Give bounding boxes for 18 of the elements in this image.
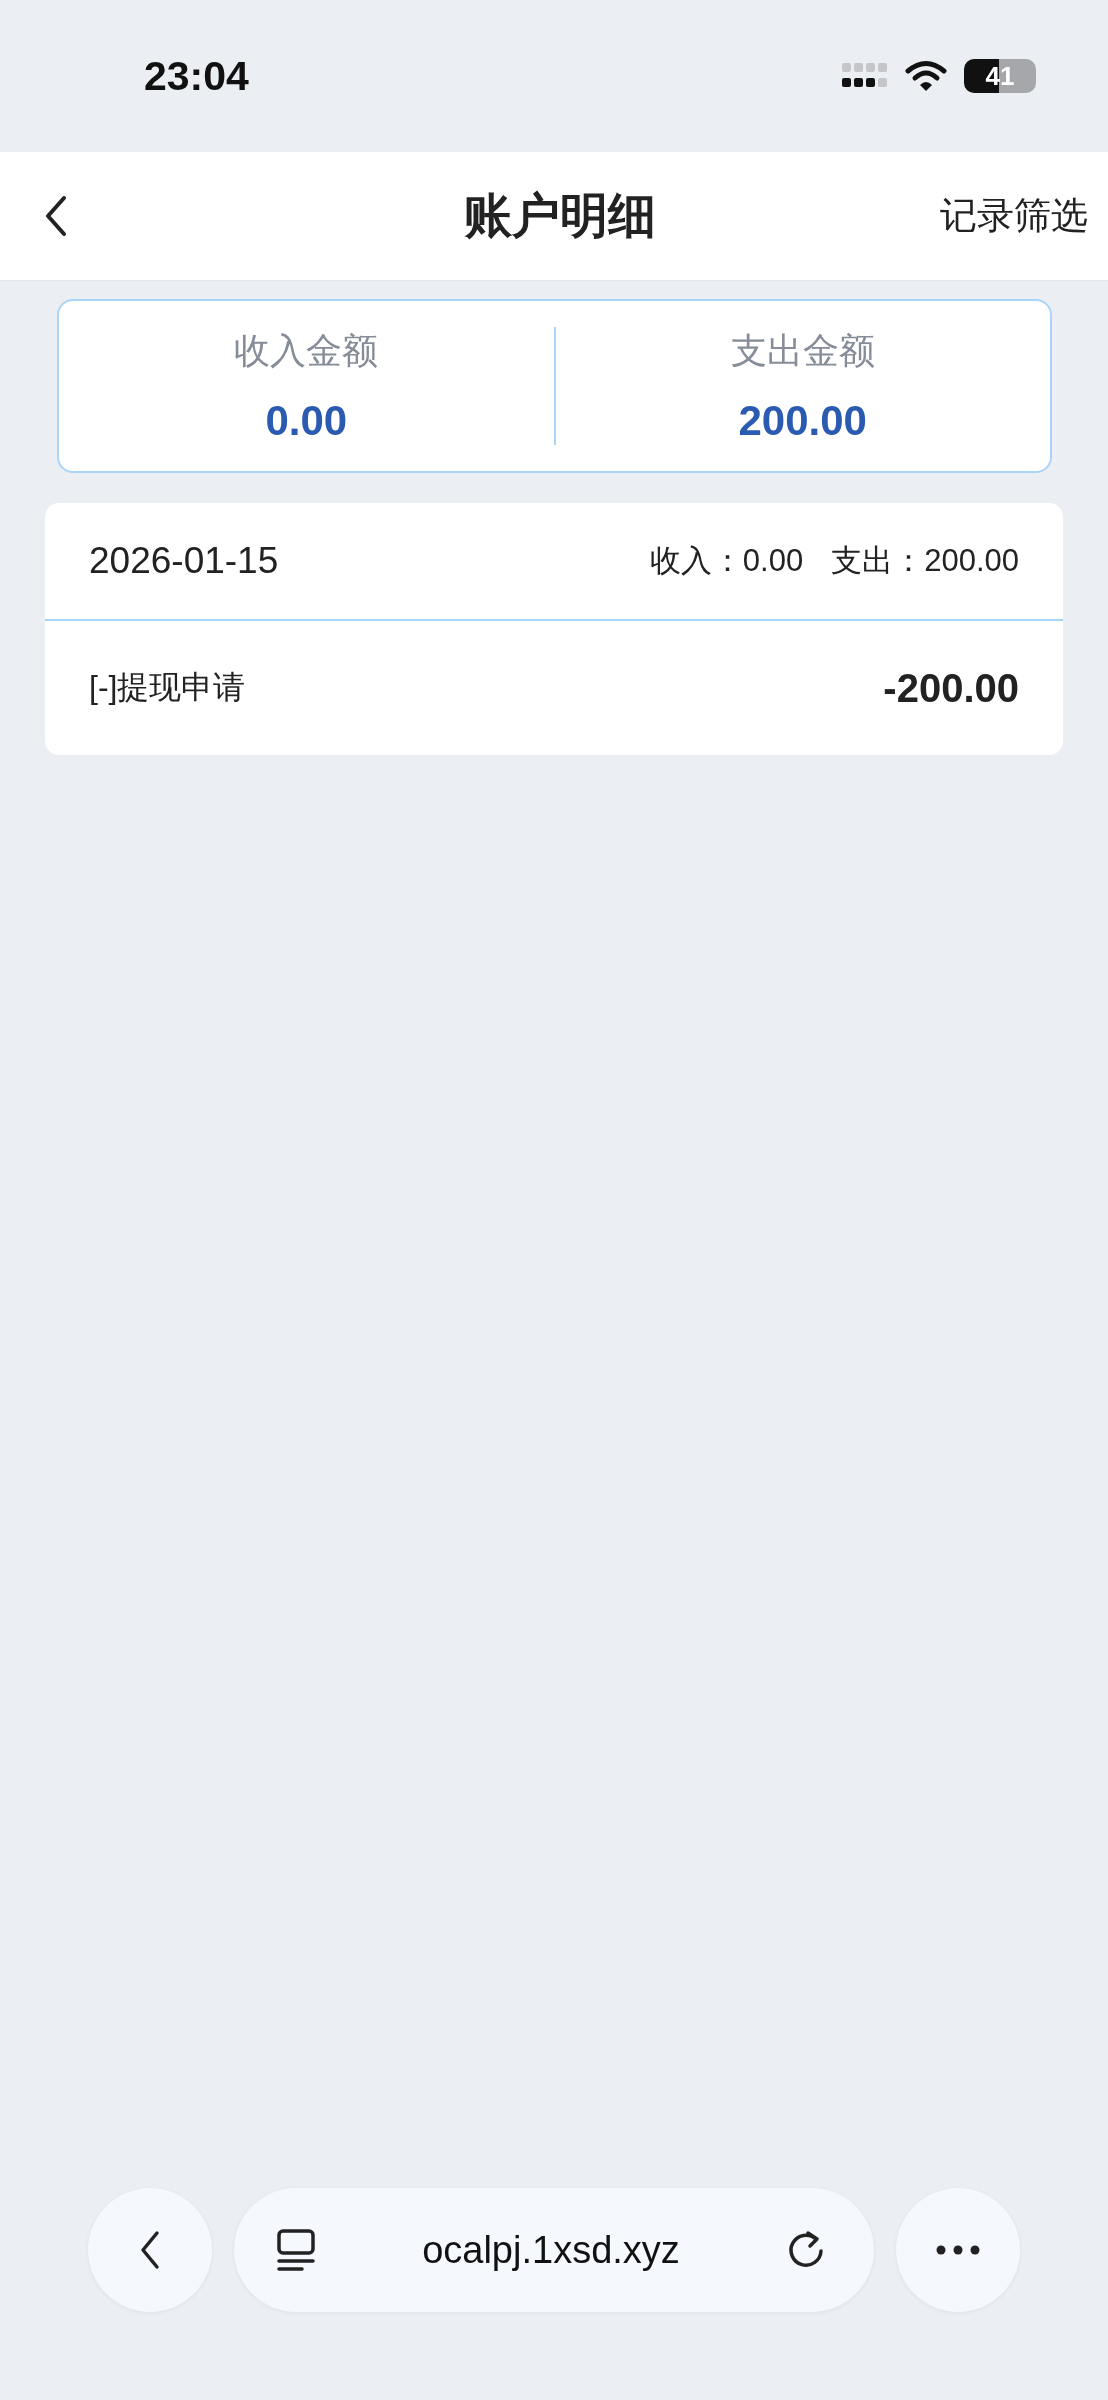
page-icon[interactable] bbox=[276, 2228, 316, 2272]
summary-amount: 200.00 bbox=[738, 397, 867, 445]
summary-label: 收入金额 bbox=[234, 329, 379, 373]
back-icon bbox=[139, 2230, 161, 2270]
expense-total: 支出：200.00 bbox=[831, 542, 1019, 580]
url-text: ocalpj.1xsd.xyz bbox=[422, 2228, 680, 2272]
address-bar[interactable]: ocalpj.1xsd.xyz bbox=[234, 2188, 874, 2312]
record-date: 2026-01-15 bbox=[89, 540, 279, 582]
page-title: 账户明细 bbox=[463, 188, 657, 244]
wifi-icon bbox=[904, 59, 948, 93]
summary-label: 支出金额 bbox=[730, 329, 875, 373]
record-amount: -200.00 bbox=[883, 665, 1019, 711]
income-total: 收入：0.00 bbox=[649, 542, 804, 580]
summary-amount: 0.00 bbox=[265, 397, 348, 445]
filter-link[interactable]: 记录筛选 bbox=[940, 191, 1088, 241]
record-title: [-]提现申请 bbox=[89, 668, 246, 707]
more-icon bbox=[936, 2245, 980, 2255]
status-time: 23:04 bbox=[144, 52, 249, 100]
